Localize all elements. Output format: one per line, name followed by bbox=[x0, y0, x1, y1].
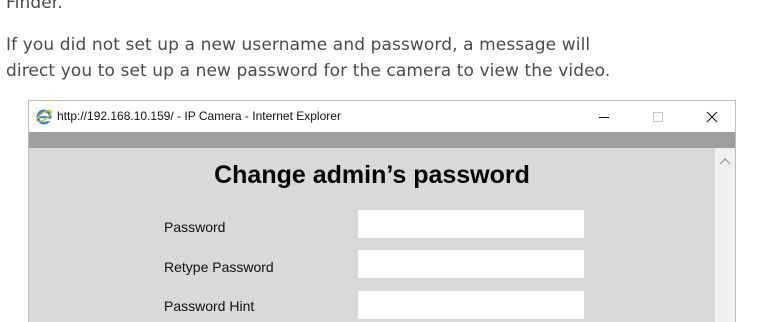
page-title: Change admin’s password bbox=[214, 161, 530, 189]
vertical-scrollbar[interactable] bbox=[715, 148, 735, 322]
maximize-button[interactable] bbox=[635, 101, 681, 132]
title-bar[interactable]: http://192.168.10.159/ - IP Camera - Int… bbox=[29, 101, 735, 132]
window-title: http://192.168.10.159/ - IP Camera - Int… bbox=[57, 109, 341, 123]
maximize-icon bbox=[652, 111, 664, 123]
internet-explorer-icon bbox=[35, 107, 53, 125]
password-field[interactable] bbox=[358, 210, 584, 238]
doc-text-line: Finder. bbox=[6, 0, 63, 13]
close-button[interactable] bbox=[689, 101, 735, 132]
close-icon bbox=[706, 111, 718, 123]
scroll-up-chevron-icon[interactable] bbox=[719, 153, 731, 171]
retype-password-label: Retype Password bbox=[164, 259, 274, 275]
browser-top-strip bbox=[29, 132, 735, 148]
doc-text-line: If you did not set up a new username and… bbox=[6, 35, 591, 55]
page-content: Change admin’s password Password Retype … bbox=[29, 148, 715, 322]
minimize-button[interactable] bbox=[581, 101, 627, 132]
password-hint-field[interactable] bbox=[358, 291, 584, 319]
browser-window: http://192.168.10.159/ - IP Camera - Int… bbox=[28, 100, 736, 322]
password-hint-label: Password Hint bbox=[164, 298, 255, 314]
password-label: Password bbox=[164, 219, 226, 235]
doc-text-line: direct you to set up a new password for … bbox=[6, 61, 611, 81]
minimize-icon bbox=[598, 111, 610, 123]
retype-password-field[interactable] bbox=[358, 250, 584, 278]
